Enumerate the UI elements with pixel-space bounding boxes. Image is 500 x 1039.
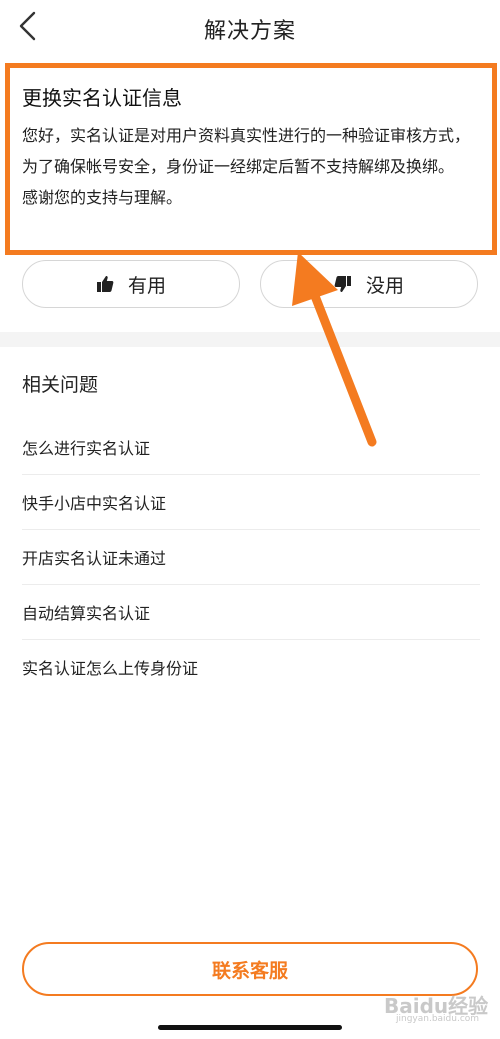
- top-bar: 解决方案: [0, 0, 500, 52]
- answer-body: 您好，实名认证是对用户资料真实性进行的一种验证审核方式，为了确保帐号安全，身份证…: [22, 120, 480, 213]
- related-item[interactable]: 快手小店中实名认证: [22, 475, 480, 530]
- useful-button[interactable]: 有用: [22, 260, 240, 308]
- answer-thanks: 感谢您的支持与理解。: [22, 188, 183, 207]
- related-title: 相关问题: [22, 374, 99, 396]
- watermark-url: jingyan.baidu.com: [396, 1014, 480, 1024]
- useless-button[interactable]: 没用: [260, 260, 478, 308]
- related-item[interactable]: 自动结算实名认证: [22, 585, 480, 640]
- page-title: 解决方案: [203, 19, 296, 44]
- answer-title: 更换实名认证信息: [22, 86, 182, 110]
- baidu-watermark: Baidu经验 jingyan.baidu.com: [378, 988, 498, 1028]
- answer-paragraph: 您好，实名认证是对用户资料真实性进行的一种验证审核方式，为了确保帐号安全，身份证…: [22, 126, 471, 176]
- thumbs-up-icon: [96, 276, 114, 292]
- section-divider: [0, 332, 500, 347]
- related-item[interactable]: 实名认证怎么上传身份证: [22, 640, 480, 694]
- useless-label: 没用: [365, 274, 404, 297]
- related-list: 怎么进行实名认证 快手小店中实名认证 开店实名认证未通过 自动结算实名认证 实名…: [22, 420, 480, 694]
- useful-label: 有用: [127, 274, 166, 297]
- thumbs-down-icon: [334, 276, 351, 292]
- home-indicator[interactable]: [158, 1025, 342, 1030]
- related-item[interactable]: 怎么进行实名认证: [22, 420, 480, 475]
- related-item[interactable]: 开店实名认证未通过: [22, 530, 480, 585]
